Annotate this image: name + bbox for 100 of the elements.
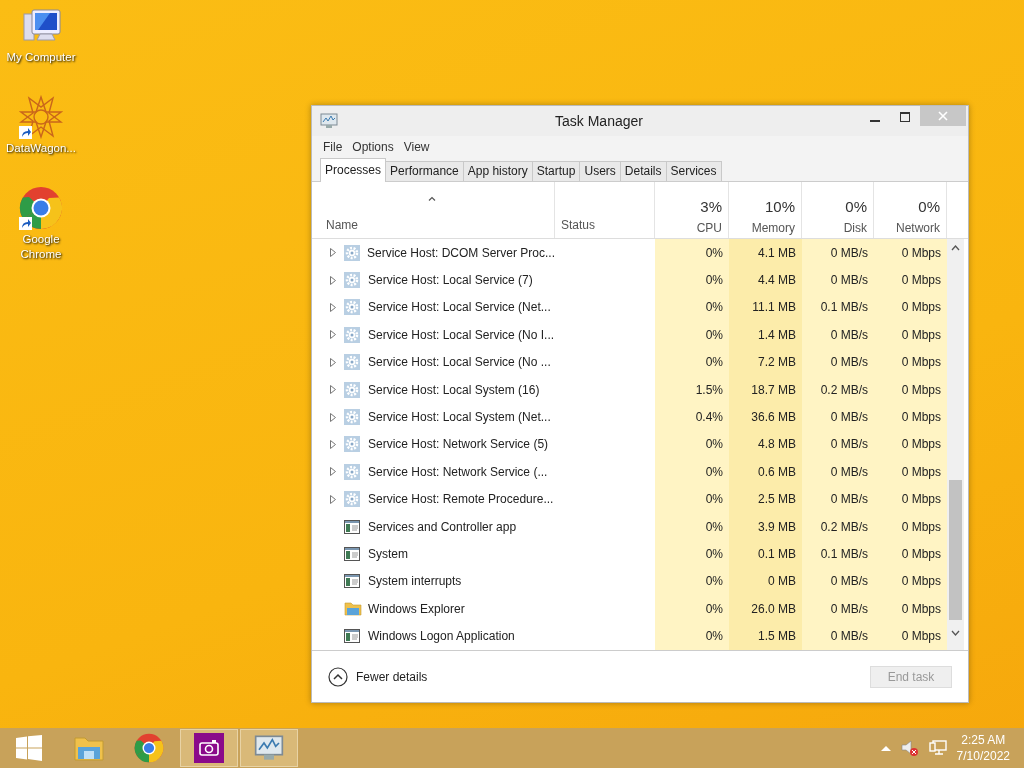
expand-icon[interactable] [330, 357, 338, 367]
column-summary: 0% [845, 197, 867, 217]
menu-item[interactable]: View [400, 138, 433, 156]
usage-cell: 0% [655, 485, 729, 513]
expand-icon[interactable] [330, 248, 338, 258]
usage-cell: 0 Mbps [874, 485, 947, 513]
usage-cell: 0 Mbps [874, 348, 947, 376]
process-row[interactable]: Service Host: Local Service (No I... 0% 1.4 MB 0 MB/s 0 Mbps [320, 321, 947, 349]
taskbar-button[interactable] [240, 729, 298, 767]
muted-speaker-icon[interactable] [900, 740, 919, 756]
clock-time: 2:25 AM [960, 732, 1007, 748]
expand-icon[interactable] [330, 330, 338, 340]
process-row[interactable]: Service Host: Network Service (5) 0% 4.8 MB 0 MB/s 0 Mbps [320, 430, 947, 459]
tab[interactable]: Details [619, 161, 667, 181]
task-manager-icon [254, 734, 284, 762]
process-row[interactable]: System interrupts 0% 0 MB 0 MB/s 0 Mbps [320, 567, 947, 596]
process-row[interactable]: Service Host: Local Service (Net... 0% 11.1 MB 0.1 MB/s 0 Mbps [320, 293, 947, 322]
usage-cell: 4.1 MB [729, 239, 802, 267]
expand-icon[interactable] [330, 275, 338, 285]
usage-cell: 0.6 MB [729, 458, 802, 486]
process-row[interactable]: Services and Controller app 0% 3.9 MB 0.2 MB/s 0 Mbps [320, 512, 947, 541]
usage-cell: 26.0 MB [729, 595, 802, 623]
collapse-icon[interactable] [328, 666, 348, 687]
window-title: Task Manager [554, 111, 644, 131]
process-row[interactable]: Service Host: Local System (16) 1.5% 18.7 MB 0.2 MB/s 0 Mbps [320, 375, 947, 404]
tab[interactable]: Startup [531, 161, 581, 181]
tab[interactable]: Performance [385, 161, 464, 181]
gear-icon [344, 409, 360, 426]
process-name: Windows Logon Application [368, 628, 515, 646]
process-name: Service Host: Local Service (Net... [368, 299, 551, 317]
column-header[interactable]: Network [896, 218, 940, 237]
usage-cell: 4.4 MB [729, 266, 802, 294]
expand-icon[interactable] [330, 467, 338, 477]
usage-cell: 0 Mbps [874, 321, 947, 349]
fewer-details-link[interactable]: Fewer details [356, 667, 428, 686]
process-row[interactable]: Service Host: DCOM Server Proc... 0% 4.1 MB 0 MB/s 0 Mbps [320, 239, 947, 267]
tab[interactable]: Services [665, 161, 722, 181]
usage-cell: 2.5 MB [729, 485, 802, 513]
gear-icon [344, 463, 360, 480]
usage-cell: 0.1 MB [729, 540, 802, 568]
usage-cell: 0 Mbps [874, 239, 947, 267]
usage-cell: 0 MB/s [802, 485, 874, 513]
menu-item[interactable]: File [320, 138, 346, 156]
process-row[interactable]: Service Host: Local System (Net... 0.4% 36.6 MB 0 MB/s 0 Mbps [320, 403, 947, 431]
usage-cell: 0.1 MB/s [802, 293, 874, 322]
gear-icon [344, 326, 360, 343]
window-icon [344, 547, 360, 561]
taskbar-button[interactable] [180, 729, 238, 767]
process-row[interactable]: Service Host: Network Service (... 0% 0.6 MB 0 MB/s 0 Mbps [320, 458, 947, 486]
gear-icon [344, 491, 360, 508]
usage-cell: 0 MB/s [802, 403, 874, 431]
column-header[interactable]: Disk [843, 218, 867, 237]
task-manager-icon [320, 113, 338, 129]
usage-cell: 0 Mbps [874, 375, 947, 404]
usage-cell: 0% [655, 512, 729, 541]
menu-item[interactable]: Options [349, 138, 397, 156]
column-header[interactable]: Memory [751, 218, 795, 237]
usage-cell: 0.2 MB/s [802, 512, 874, 541]
tab[interactable]: App history [462, 161, 533, 181]
tab[interactable]: Processes [320, 158, 387, 182]
scrollbar-thumb[interactable] [949, 480, 962, 620]
usage-cell: 0.2 MB/s [802, 375, 874, 404]
usage-cell: 0 Mbps [874, 266, 947, 294]
windows-logo-icon [16, 735, 42, 761]
expand-icon[interactable] [330, 412, 338, 422]
column-summary: 3% [700, 197, 722, 217]
expand-icon[interactable] [330, 302, 338, 312]
usage-cell: 0% [655, 540, 729, 568]
process-row[interactable]: Service Host: Local Service (7) 0% 4.4 MB 0 MB/s 0 Mbps [320, 266, 947, 294]
show-hidden-icons-icon[interactable] [880, 745, 891, 751]
column-summary: 0% [918, 197, 940, 217]
usage-cell: 0 Mbps [874, 540, 947, 568]
expand-icon[interactable] [330, 494, 338, 504]
process-row[interactable]: Windows Logon Application 0% 1.5 MB 0 MB/s 0 Mbps [320, 622, 947, 650]
usage-cell: 0% [655, 458, 729, 486]
process-row[interactable]: System 0% 0.1 MB 0.1 MB/s 0 Mbps [320, 540, 947, 568]
tab[interactable]: Users [579, 161, 621, 181]
column-header[interactable]: Status [561, 216, 648, 234]
expand-icon[interactable] [330, 439, 338, 449]
usage-cell: 0 MB/s [802, 239, 874, 267]
process-row[interactable]: Service Host: Remote Procedure... 0% 2.5 MB 0 MB/s 0 Mbps [320, 485, 947, 513]
process-row[interactable]: Service Host: Local Service (No ... 0% 7.2 MB 0 MB/s 0 Mbps [320, 348, 947, 376]
usage-cell: 1.5% [655, 375, 729, 404]
process-name: System interrupts [368, 573, 462, 591]
minimize-icon [870, 120, 880, 122]
column-header[interactable]: CPU [696, 218, 722, 237]
close-icon [938, 111, 948, 121]
usage-cell: 0% [655, 321, 729, 349]
column-header[interactable]: Name [326, 216, 548, 234]
clock-date: 7/10/2022 [956, 748, 1010, 764]
scrollbar[interactable] [947, 239, 964, 650]
expand-icon[interactable] [330, 385, 338, 395]
process-row[interactable]: Windows Explorer 0% 26.0 MB 0 MB/s 0 Mbps [320, 595, 947, 623]
process-name: Service Host: Local Service (No I... [368, 326, 555, 344]
process-name: Service Host: Local System (Net... [368, 409, 551, 427]
usage-cell: 1.4 MB [729, 321, 802, 349]
gear-icon [344, 299, 360, 316]
sort-icon[interactable] [428, 196, 436, 201]
usage-cell: 0 Mbps [874, 293, 947, 322]
shortcut-label: DataWagon... [5, 141, 77, 156]
